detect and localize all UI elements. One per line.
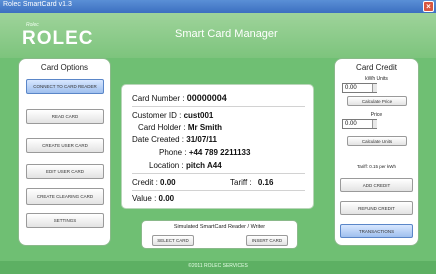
price-spinner[interactable] bbox=[372, 120, 377, 128]
edit-user-card-button[interactable]: EDIT USER CARD bbox=[26, 164, 104, 179]
card-credit-title: Card Credit bbox=[356, 63, 397, 72]
customer-id-row: Customer ID : cust001 bbox=[132, 111, 213, 120]
customer-id-value: cust001 bbox=[183, 111, 214, 120]
credit-label: Credit : bbox=[132, 178, 158, 187]
window-title: Rolec SmartCard v1.3 bbox=[3, 1, 72, 8]
card-number-row: Card Number : 00000004 bbox=[132, 93, 227, 103]
create-clearing-card-button[interactable]: CREATE CLEARING CARD bbox=[26, 188, 104, 205]
simulated-reader-panel: Simulated SmartCard Reader / Writer SELE… bbox=[141, 220, 298, 249]
divider bbox=[132, 106, 305, 107]
tariff-info: Tariff: 0.15 per kWh bbox=[357, 164, 396, 169]
card-holder-label: Card Holder : bbox=[138, 123, 186, 132]
customer-id-label: Customer ID : bbox=[132, 111, 182, 120]
app-header: Rolec ROLEC Smart Card Manager bbox=[0, 13, 436, 58]
card-holder-value: Mr Smith bbox=[187, 123, 223, 132]
simulator-title: Simulated SmartCard Reader / Writer bbox=[173, 224, 266, 230]
select-card-button[interactable]: SELECT CARD bbox=[152, 235, 194, 246]
footer-text: ©2011 ROLEC SERVICES bbox=[188, 263, 248, 269]
date-created-label: Date Created : bbox=[132, 135, 185, 144]
card-holder-row: Card Holder : Mr Smith bbox=[138, 123, 222, 132]
card-number-value: 00000004 bbox=[186, 93, 227, 103]
value-value: 0.00 bbox=[158, 194, 175, 203]
refund-credit-button[interactable]: REFUND CREDIT bbox=[340, 201, 413, 215]
phone-label: Phone : bbox=[159, 148, 187, 157]
kwh-units-label: kWh Units bbox=[365, 76, 388, 82]
divider bbox=[132, 173, 305, 174]
calculate-units-button[interactable]: Calculate Units bbox=[347, 136, 407, 146]
divider bbox=[132, 190, 305, 191]
credit-row: Credit : 0.00 bbox=[132, 178, 176, 187]
card-number-label: Card Number : bbox=[132, 94, 185, 103]
kwh-units-spinner[interactable] bbox=[372, 84, 377, 92]
date-created-row: Date Created : 31/07/11 bbox=[132, 135, 217, 144]
app-title: Smart Card Manager bbox=[175, 28, 278, 40]
create-user-card-button[interactable]: CREATE USER CARD bbox=[26, 138, 104, 153]
value-label: Value : bbox=[132, 194, 157, 203]
phone-value: +44 789 2211133 bbox=[188, 148, 251, 157]
card-options-panel: Card Options CONNECT TO CARD READER READ… bbox=[18, 58, 111, 246]
credit-value: 0.00 bbox=[160, 178, 176, 187]
tariff-value: 0.16 bbox=[257, 178, 274, 187]
phone-row: Phone : +44 789 2211133 bbox=[159, 148, 250, 157]
logo-text: ROLEC bbox=[22, 28, 94, 49]
rolec-logo: Rolec ROLEC bbox=[22, 22, 94, 50]
card-info-panel: Card Number : 00000004 Customer ID : cus… bbox=[121, 84, 314, 209]
connect-to-card-reader-button[interactable]: CONNECT TO CARD READER bbox=[26, 79, 104, 94]
transactions-button[interactable]: TRANSACTIONS bbox=[340, 224, 413, 238]
card-options-title: Card Options bbox=[40, 63, 89, 72]
calculate-price-button[interactable]: Calculate Price bbox=[347, 96, 407, 106]
settings-button[interactable]: SETTINGS bbox=[26, 213, 104, 228]
footer: ©2011 ROLEC SERVICES bbox=[0, 261, 436, 274]
date-created-value: 31/07/11 bbox=[186, 135, 217, 144]
app-window: Rolec SmartCard v1.3 × Rolec ROLEC Smart… bbox=[0, 0, 436, 274]
read-card-button[interactable]: READ CARD bbox=[26, 109, 104, 124]
price-label: Price bbox=[370, 112, 383, 118]
card-credit-panel: Card Credit kWh Units 0.00 Calculate Pri… bbox=[334, 58, 419, 246]
location-label: Location : bbox=[149, 161, 184, 170]
value-row: Value : 0.00 bbox=[132, 194, 174, 203]
add-credit-button[interactable]: ADD CREDIT bbox=[340, 178, 413, 192]
title-bar: Rolec SmartCard v1.3 × bbox=[0, 0, 436, 13]
close-icon[interactable]: × bbox=[423, 1, 434, 12]
location-value: pitch A44 bbox=[185, 161, 222, 170]
insert-card-button[interactable]: INSERT CARD bbox=[246, 235, 288, 246]
tariff-row: Tariff : 0.16 bbox=[230, 178, 273, 187]
tariff-label: Tariff : bbox=[230, 178, 252, 187]
location-row: Location : pitch A44 bbox=[149, 161, 222, 170]
